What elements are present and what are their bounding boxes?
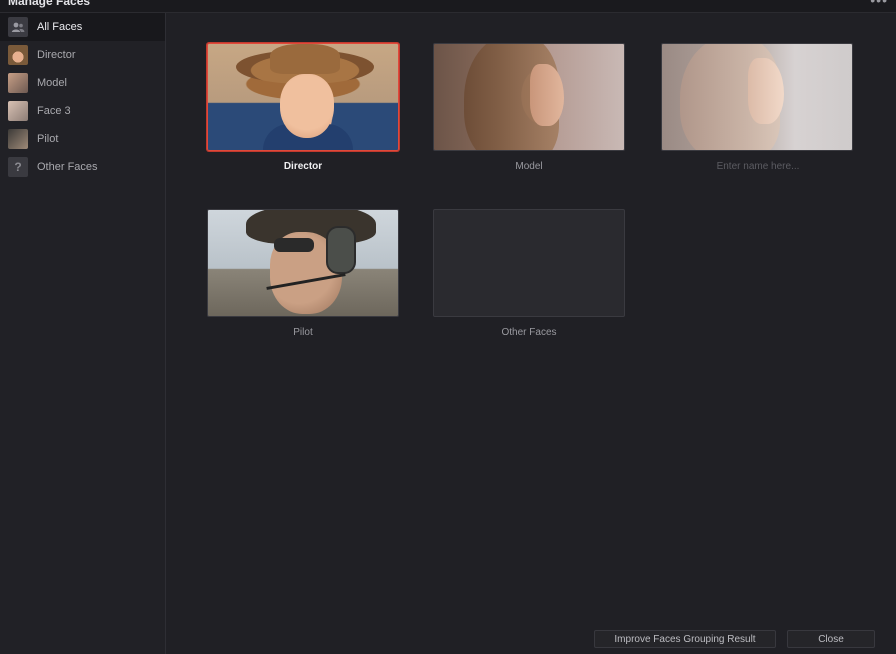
- sidebar-item-pilot[interactable]: Pilot: [0, 125, 165, 153]
- face-thumbnail[interactable]: [207, 43, 399, 151]
- title-bar: Manage Faces •••: [0, 0, 896, 13]
- improve-faces-grouping-button[interactable]: Improve Faces Grouping Result: [594, 630, 776, 648]
- face-card-caption: Model: [515, 161, 543, 172]
- manage-faces-window: Manage Faces ••• All Faces Director Mode…: [0, 0, 896, 654]
- window-title: Manage Faces: [8, 0, 91, 8]
- sidebar: All Faces Director Model Face 3 Pilot ? …: [0, 13, 166, 654]
- face-card-director[interactable]: Director: [207, 43, 399, 172]
- face-thumbnail[interactable]: [433, 209, 625, 317]
- sidebar-item-face-3[interactable]: Face 3: [0, 97, 165, 125]
- sidebar-item-all-faces[interactable]: All Faces: [0, 13, 165, 41]
- face-thumbnail[interactable]: [207, 209, 399, 317]
- face-thumbnail[interactable]: [433, 43, 625, 151]
- sidebar-item-label: Model: [37, 77, 67, 89]
- face-card-model[interactable]: Model: [433, 43, 625, 172]
- face-card-caption: Pilot: [293, 327, 313, 338]
- sidebar-item-label: Other Faces: [37, 161, 98, 173]
- face-thumbnail[interactable]: [661, 43, 853, 151]
- sidebar-item-label: All Faces: [37, 21, 83, 33]
- face-card-caption: Other Faces: [501, 327, 557, 338]
- face-card-face-3[interactable]: [661, 43, 855, 175]
- face-thumbnail: [8, 101, 28, 121]
- sidebar-item-label: Face 3: [37, 105, 71, 117]
- sidebar-item-director[interactable]: Director: [0, 41, 165, 69]
- face-thumbnail: [8, 45, 28, 65]
- sidebar-item-other-faces[interactable]: ? Other Faces: [0, 153, 165, 181]
- face-thumbnail: [8, 129, 28, 149]
- more-dots-icon[interactable]: •••: [870, 0, 888, 8]
- sidebar-item-model[interactable]: Model: [0, 69, 165, 97]
- face-card-other-faces[interactable]: Other Faces: [433, 209, 625, 338]
- face-card-caption: Director: [283, 161, 323, 172]
- sidebar-item-label: Pilot: [37, 133, 59, 145]
- close-button[interactable]: Close: [787, 630, 875, 648]
- faces-grid: Director Model Pilot: [166, 13, 896, 654]
- people-icon: [8, 17, 28, 37]
- face-card-pilot[interactable]: Pilot: [207, 209, 399, 338]
- face-thumbnail: [8, 73, 28, 93]
- unknown-face-icon: ?: [8, 157, 28, 177]
- sidebar-item-label: Director: [37, 49, 76, 61]
- face-name-input[interactable]: [661, 157, 855, 175]
